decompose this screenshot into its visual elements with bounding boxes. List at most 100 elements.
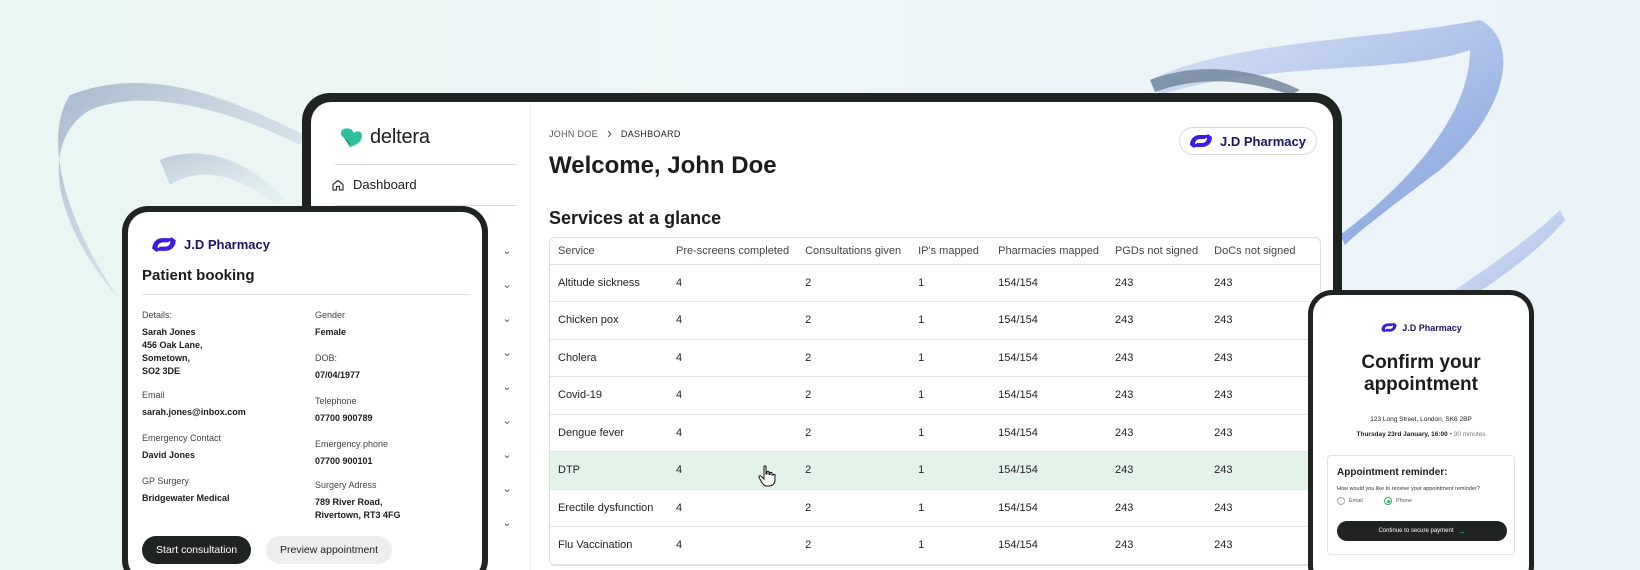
table-row-highlighted[interactable]: DTP 4 2 1 154/154 243 243 xyxy=(550,451,1320,490)
radio-option-phone[interactable]: Phone xyxy=(1384,497,1412,505)
cell-docs-not-signed: 243 xyxy=(1206,376,1320,415)
cell-prescreens: 4 xyxy=(668,526,798,565)
cell-consultations: 2 xyxy=(797,414,911,452)
cell-docs-not-signed: 243 xyxy=(1206,301,1320,340)
button-label: Continue to secure payment xyxy=(1378,528,1454,534)
cell-pgds-not-signed: 243 xyxy=(1107,301,1207,340)
sidebar-item-dashboard[interactable]: Dashboard xyxy=(331,177,417,192)
cell-pharmacies-mapped: 154/154 xyxy=(990,414,1107,452)
chevron-down-icon[interactable]: ⌄ xyxy=(501,347,513,359)
emergency-contact-field: Emergency Contact David Jones xyxy=(142,433,307,462)
field-label: Emergency phone xyxy=(315,439,389,449)
confirm-appointment-screen: J.D Pharmacy Confirm your appointment 12… xyxy=(1313,295,1529,570)
cell-ips-mapped: 1 xyxy=(910,301,991,340)
cell-pharmacies-mapped: 154/154 xyxy=(990,264,1107,302)
appointment-address: 123 Long Street, London, SK6 2BP xyxy=(1370,416,1472,423)
cell-pgds-not-signed: 243 xyxy=(1107,414,1207,452)
field-label: Telephone xyxy=(315,396,357,406)
sidebar-item-label: Dashboard xyxy=(353,177,417,192)
cell-consultations: 2 xyxy=(797,376,911,415)
cell-service: DTP xyxy=(550,451,668,490)
cell-pharmacies-mapped: 154/154 xyxy=(990,301,1107,340)
field-value[interactable]: 07700 900101 xyxy=(315,455,480,468)
cell-ips-mapped: 1 xyxy=(910,451,991,490)
radio-button[interactable] xyxy=(1337,497,1345,505)
cell-consultations: 2 xyxy=(797,264,911,302)
main-content: JOHN DOE DASHBOARD Welcome, John Doe J.D… xyxy=(531,102,1333,570)
cell-consultations: 2 xyxy=(797,339,911,377)
jd-pharmacy-logo-icon xyxy=(152,237,176,252)
table-row[interactable]: Cholera 4 2 1 154/154 243 243 xyxy=(550,339,1320,377)
field-label: GP Surgery xyxy=(142,476,189,486)
chevron-down-icon[interactable]: ⌄ xyxy=(501,449,513,461)
column-header[interactable]: Pre-screens completed xyxy=(668,238,798,265)
table-row[interactable]: Flu Vaccination 4 2 1 154/154 243 243 xyxy=(550,526,1320,565)
cell-prescreens: 4 xyxy=(668,451,798,490)
sidebar-divider xyxy=(335,164,517,165)
dob-field: DOB: 07/04/1977 xyxy=(315,353,480,382)
page-title: Confirm your appointment xyxy=(1361,352,1481,395)
cell-service: Chicken pox xyxy=(550,301,668,340)
radio-option-email[interactable]: Email xyxy=(1337,497,1363,505)
email-field: Email sarah.jones@inbox.com xyxy=(142,390,307,419)
field-value[interactable]: sarah.jones@inbox.com xyxy=(142,406,307,419)
cell-docs-not-signed: 243 xyxy=(1206,451,1320,490)
table-row[interactable]: Altitude sickness 4 2 1 154/154 243 243 xyxy=(550,264,1320,302)
cell-consultations: 2 xyxy=(797,489,911,527)
chevron-down-icon[interactable]: ⌄ xyxy=(501,279,513,291)
table-row[interactable]: Dengue fever 4 2 1 154/154 243 243 xyxy=(550,414,1320,452)
cell-pharmacies-mapped: 154/154 xyxy=(990,489,1107,527)
cell-pgds-not-signed: 243 xyxy=(1107,489,1207,527)
continue-to-payment-button[interactable]: Continue to secure payment → xyxy=(1337,521,1507,541)
field-value[interactable]: 07700 900789 xyxy=(315,412,480,425)
column-header[interactable]: PGDs not signed xyxy=(1107,238,1207,265)
field-label: Email xyxy=(142,390,165,400)
breadcrumb: JOHN DOE DASHBOARD xyxy=(549,129,681,139)
table-row[interactable]: Chicken pox 4 2 1 154/154 243 243 xyxy=(550,301,1320,340)
cell-pgds-not-signed: 243 xyxy=(1107,264,1207,302)
pharmacy-badge[interactable]: J.D Pharmacy xyxy=(1179,127,1317,155)
start-consultation-button[interactable]: Start consultation xyxy=(142,536,252,564)
services-table: Service Pre-screens completed Consultati… xyxy=(549,237,1321,566)
arrow-right-icon: → xyxy=(1457,526,1466,536)
column-header[interactable]: Consultations given xyxy=(797,238,911,265)
appointment-duration: 30 minutes xyxy=(1453,431,1486,438)
chevron-down-icon[interactable]: ⌄ xyxy=(501,313,513,325)
chevron-down-icon[interactable]: ⌄ xyxy=(501,517,513,529)
gender-field: Gender Female xyxy=(315,310,480,339)
field-value: Bridgewater Medical xyxy=(142,493,230,503)
chevron-down-icon[interactable]: ⌄ xyxy=(501,245,513,257)
pharmacy-name: J.D Pharmacy xyxy=(1220,133,1306,149)
field-value: 789 River Road, Rivertown, RT3 4FG xyxy=(315,497,401,520)
breadcrumb-root[interactable]: JOHN DOE xyxy=(549,129,598,139)
divider xyxy=(142,294,470,295)
column-header[interactable]: Pharmacies mapped xyxy=(990,238,1107,265)
cell-ips-mapped: 1 xyxy=(910,264,991,302)
radio-label: Email xyxy=(1349,498,1363,504)
field-label: Gender xyxy=(315,310,346,320)
jd-pharmacy-logo-icon xyxy=(1190,134,1212,148)
cell-service: Flu Vaccination xyxy=(550,526,668,565)
table-row[interactable]: Covid-19 4 2 1 154/154 243 243 xyxy=(550,376,1320,415)
breadcrumb-current: DASHBOARD xyxy=(620,129,681,139)
field-label: Emergency Contact xyxy=(142,433,222,443)
field-label: Surgery Adress xyxy=(315,480,377,490)
chevron-down-icon[interactable]: ⌄ xyxy=(501,415,513,427)
chevron-down-icon[interactable]: ⌄ xyxy=(501,381,513,393)
chevron-down-icon[interactable]: ⌄ xyxy=(501,483,513,495)
patient-booking-screen: J.D Pharmacy Patient booking Details: Sa… xyxy=(128,212,482,570)
radio-button-selected[interactable] xyxy=(1384,497,1392,505)
cell-consultations: 2 xyxy=(797,301,911,340)
preview-appointment-button[interactable]: Preview appointment xyxy=(266,536,393,564)
home-icon xyxy=(332,179,344,191)
radio-label: Phone xyxy=(1396,498,1412,504)
column-header[interactable]: IP's mapped xyxy=(910,238,991,265)
column-header[interactable]: DoCs not signed xyxy=(1206,238,1320,265)
table-row[interactable]: Erectile dysfunction 4 2 1 154/154 243 2… xyxy=(550,489,1320,527)
cell-pgds-not-signed: 243 xyxy=(1107,376,1207,415)
column-header[interactable]: Service xyxy=(550,238,668,265)
phone-confirm-appointment: J.D Pharmacy Confirm your appointment 12… xyxy=(1308,290,1534,570)
pharmacy-brand: J.D Pharmacy xyxy=(1313,322,1529,333)
appointment-date: Thursday 23rd January, 16:00 xyxy=(1356,431,1448,438)
cell-docs-not-signed: 243 xyxy=(1206,339,1320,377)
